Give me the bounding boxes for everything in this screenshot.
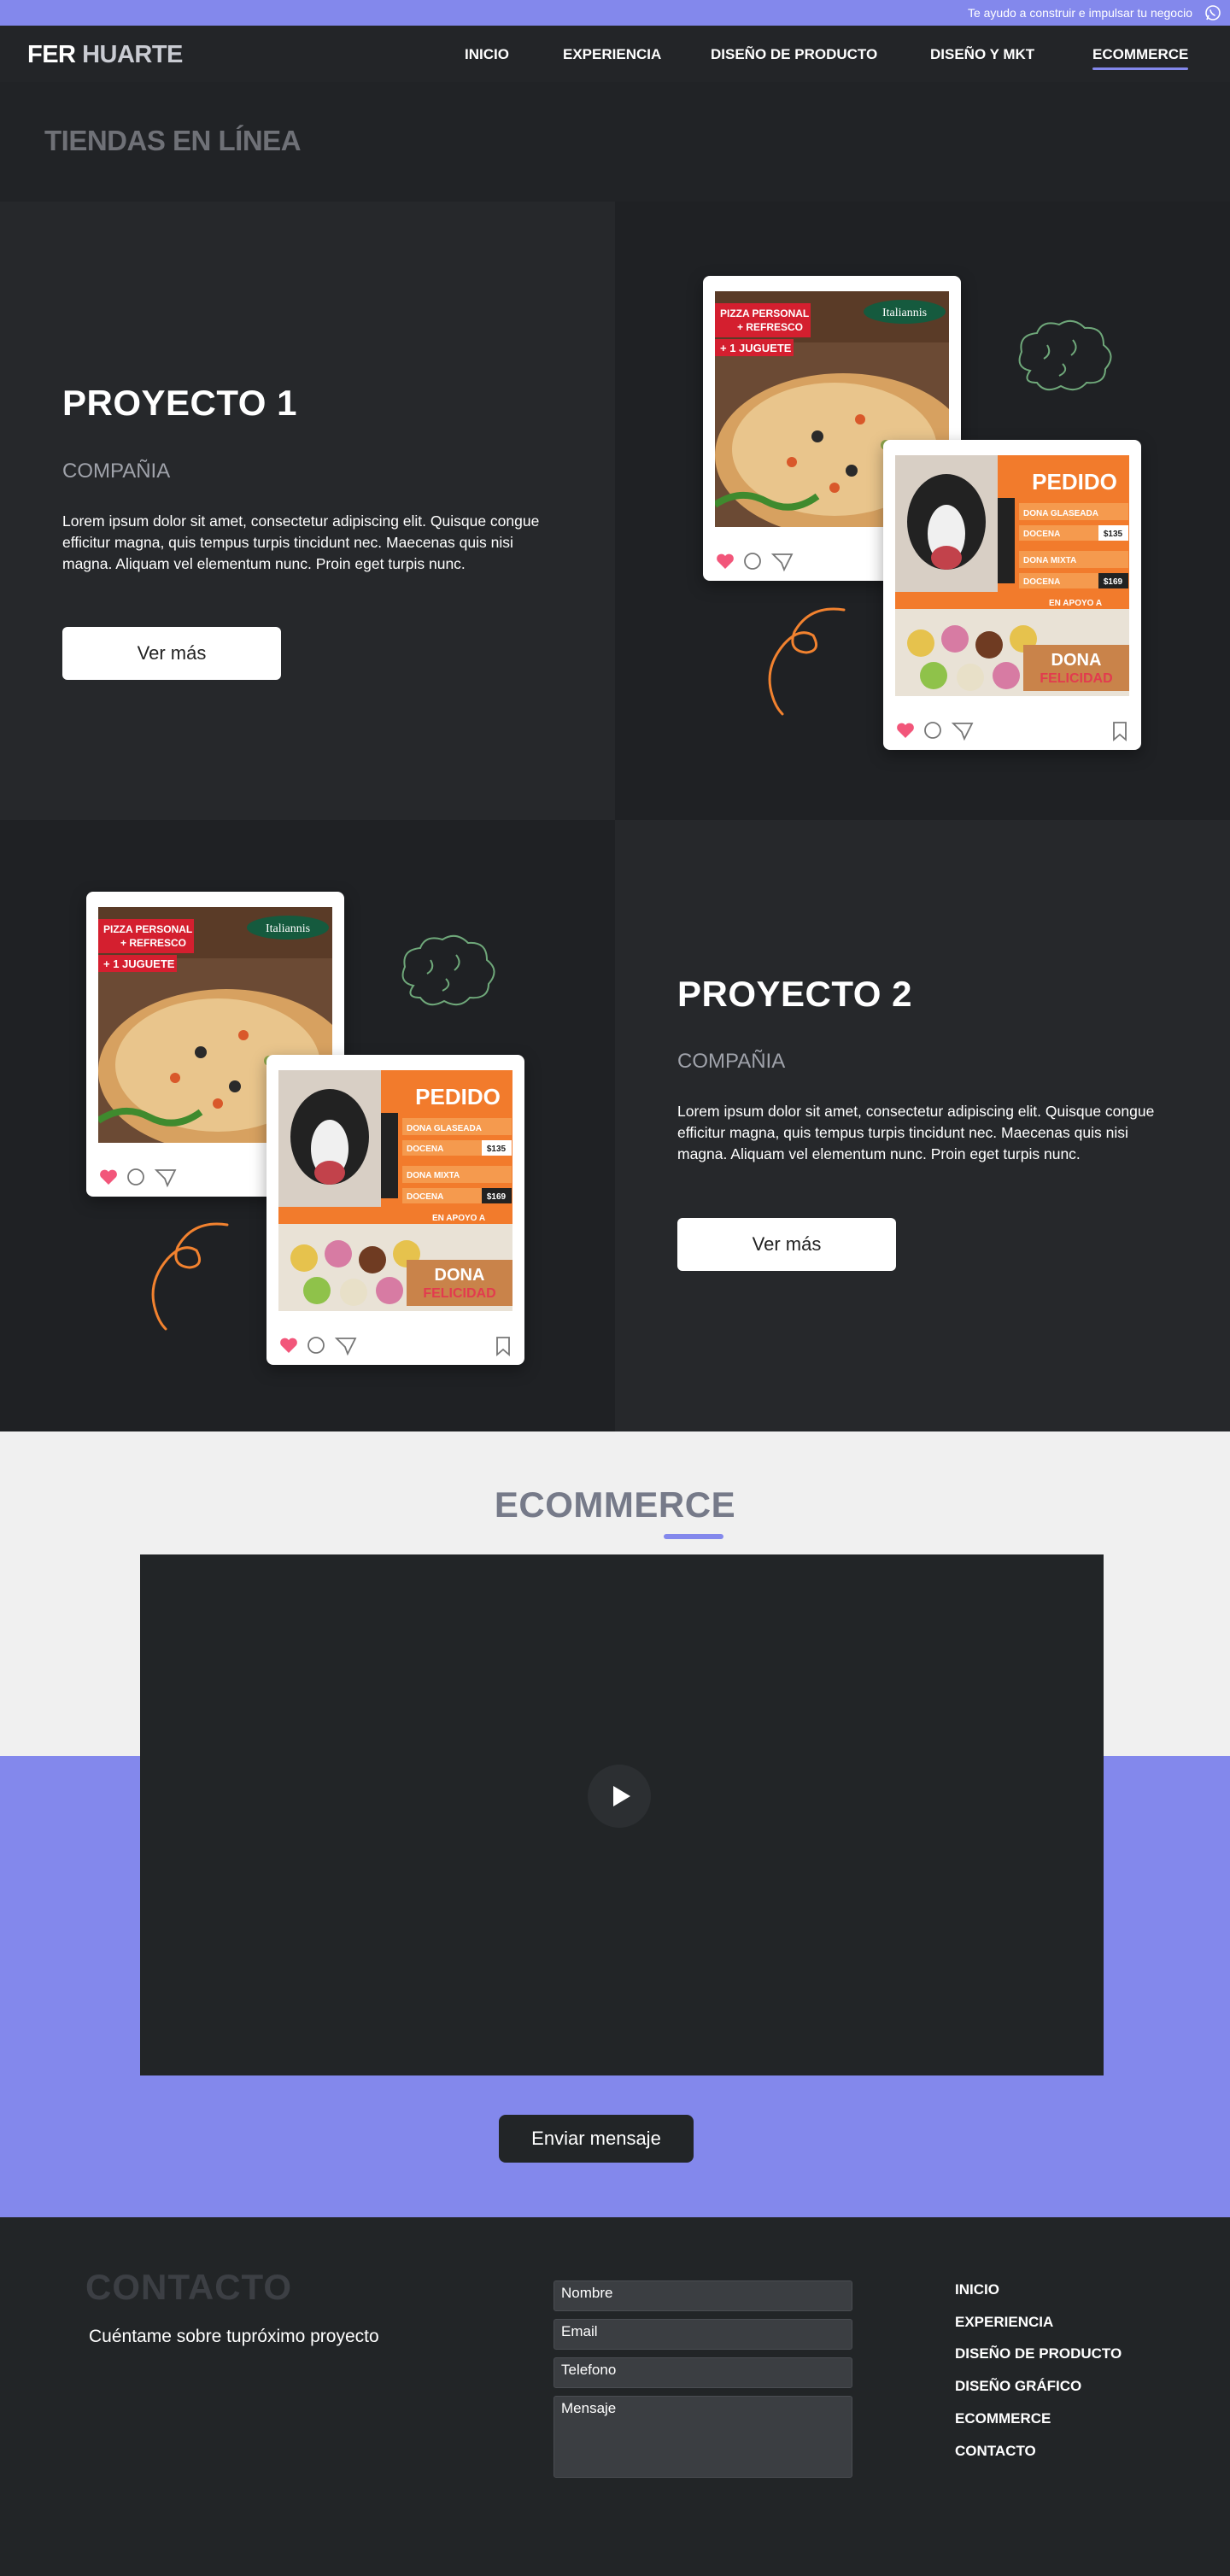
comment-icon[interactable] <box>744 553 761 570</box>
footer-link-contacto[interactable]: CONTACTO <box>955 2443 1036 2460</box>
project2-description: Lorem ipsum dolor sit amet, consectetur … <box>677 1103 1155 1162</box>
nav-ecommerce[interactable]: ECOMMERCE <box>1092 46 1189 70</box>
donut-price2: $169 <box>1104 577 1123 587</box>
donut-footer1: DONA <box>435 1266 485 1285</box>
share-icon[interactable] <box>770 553 794 572</box>
nav-diseno-mkt[interactable]: DISEÑO Y MKT <box>930 46 1034 63</box>
whatsapp-icon[interactable] <box>1204 4 1221 21</box>
contact-subtitle: Cuéntame sobre tupróximo proyecto <box>89 2327 379 2346</box>
play-button[interactable] <box>588 1765 651 1828</box>
donut-row2: DOCENA <box>1023 530 1060 539</box>
send-message-button[interactable]: Enviar mensaje <box>499 2115 694 2163</box>
pizza-badge-line3: + 1 JUGUETE <box>720 342 792 354</box>
footer-link-experiencia[interactable]: EXPERIENCIA <box>955 2314 1053 2331</box>
donut-price2: $169 <box>487 1192 507 1202</box>
comment-icon[interactable] <box>127 1168 144 1186</box>
donut-row1: DONA GLASEADA <box>407 1124 482 1133</box>
donut-price1: $135 <box>1104 530 1123 539</box>
italiannis-brand: Italiannis <box>266 922 310 935</box>
ecommerce-title: ECOMMERCE <box>494 1484 736 1525</box>
bookmark-icon[interactable] <box>1113 722 1127 741</box>
ecommerce-title-underline <box>664 1534 723 1539</box>
heart-icon[interactable] <box>897 723 914 738</box>
donut-post-actions-2 <box>280 1337 510 1356</box>
donut-post-image: PEDIDO DONA GLASEADA DOCENA $135 DONA MI… <box>895 455 1129 696</box>
project2-ver-mas-button[interactable]: Ver más <box>677 1218 896 1271</box>
donut-price1: $135 <box>487 1145 507 1154</box>
donut-post-card: PEDIDO DONA GLASEADA DOCENA $135 DONA MI… <box>883 440 1141 750</box>
bookmark-icon[interactable] <box>496 1337 510 1356</box>
page-title: TIENDAS EN LÍNEA <box>44 125 302 156</box>
donut-row4: DOCENA <box>1023 577 1060 587</box>
heart-icon[interactable] <box>100 1169 117 1185</box>
share-icon[interactable] <box>951 723 974 741</box>
top-bar: Te ayudo a construir e impulsar tu negoc… <box>0 0 1230 26</box>
swirl-doodle-icon <box>768 607 846 716</box>
email-field[interactable]: Email <box>554 2319 852 2350</box>
italiannis-brand: Italiannis <box>882 307 927 319</box>
pizza-badge-line2: + REFRESCO <box>737 321 803 333</box>
project2-company: COMPAÑIA <box>677 1050 786 1073</box>
project1-company: COMPAÑIA <box>62 460 171 483</box>
donut-row1: DONA GLASEADA <box>1023 509 1098 518</box>
donut-row2: DOCENA <box>407 1145 443 1154</box>
footer-link-diseno-producto[interactable]: DISEÑO DE PRODUCTO <box>955 2345 1122 2362</box>
pizza-badge-line1: PIZZA PERSONAL <box>103 923 192 935</box>
nav-diseno-producto[interactable]: DISEÑO DE PRODUCTO <box>711 46 877 63</box>
donut-support: EN APOYO A <box>1049 599 1102 608</box>
donut-heading: PEDIDO <box>415 1084 501 1109</box>
nav-inicio[interactable]: INICIO <box>465 46 509 63</box>
phone-field[interactable]: Telefono <box>554 2357 852 2388</box>
footer-link-inicio[interactable]: INICIO <box>955 2281 999 2298</box>
pizza-badge-line1: PIZZA PERSONAL <box>720 307 809 319</box>
tagline: Te ayudo a construir e impulsar tu negoc… <box>967 6 1192 20</box>
logo-last: HUARTE <box>82 41 183 68</box>
donut-footer2: FELICIDAD <box>1040 671 1112 686</box>
logo[interactable]: FER HUARTE <box>27 41 183 69</box>
donut-post-card-2: PEDIDO DONA GLASEADA DOCENA $135 DONA MI… <box>266 1055 524 1365</box>
donut-row3: DONA MIXTA <box>1023 556 1076 565</box>
cloud-doodle-icon <box>1018 319 1112 391</box>
nav-experiencia[interactable]: EXPERIENCIA <box>563 46 661 63</box>
donut-footer1: DONA <box>1051 651 1102 670</box>
donut-post-image-2: PEDIDO DONA GLASEADA DOCENA $135 DONA MI… <box>278 1070 512 1311</box>
heart-icon[interactable] <box>717 553 734 569</box>
comment-icon[interactable] <box>308 1337 325 1354</box>
donut-heading: PEDIDO <box>1032 469 1117 495</box>
donut-footer2: FELICIDAD <box>423 1286 495 1301</box>
share-icon[interactable] <box>154 1169 177 1188</box>
name-field[interactable]: Nombre <box>554 2280 852 2311</box>
comment-icon[interactable] <box>924 722 941 739</box>
navbar: FER HUARTE INICIO EXPERIENCIA DISEÑO DE … <box>0 26 1230 82</box>
footer-link-diseno-grafico[interactable]: DISEÑO GRÁFICO <box>955 2378 1081 2395</box>
message-field[interactable]: Mensaje <box>554 2396 852 2478</box>
donut-support: EN APOYO A <box>432 1214 485 1223</box>
pizza-badge-line2: + REFRESCO <box>120 937 186 949</box>
project1-ver-mas-button[interactable]: Ver más <box>62 627 281 680</box>
donut-post-actions <box>897 722 1127 741</box>
donut-row4: DOCENA <box>407 1192 443 1202</box>
donut-row3: DONA MIXTA <box>407 1171 460 1180</box>
project1-title: PROYECTO 1 <box>62 383 297 423</box>
footer-link-ecommerce[interactable]: ECOMMERCE <box>955 2410 1051 2427</box>
pizza-badge-line3: + 1 JUGUETE <box>103 957 175 970</box>
heart-icon[interactable] <box>280 1338 297 1353</box>
contact-title: CONTACTO <box>85 2267 293 2307</box>
share-icon[interactable] <box>334 1338 357 1356</box>
cloud-doodle-icon <box>401 934 495 1006</box>
logo-first: FER <box>27 41 76 68</box>
play-icon <box>613 1786 630 1806</box>
project2-title: PROYECTO 2 <box>677 974 912 1014</box>
swirl-doodle-icon <box>151 1222 229 1331</box>
project1-description: Lorem ipsum dolor sit amet, consectetur … <box>62 512 540 572</box>
